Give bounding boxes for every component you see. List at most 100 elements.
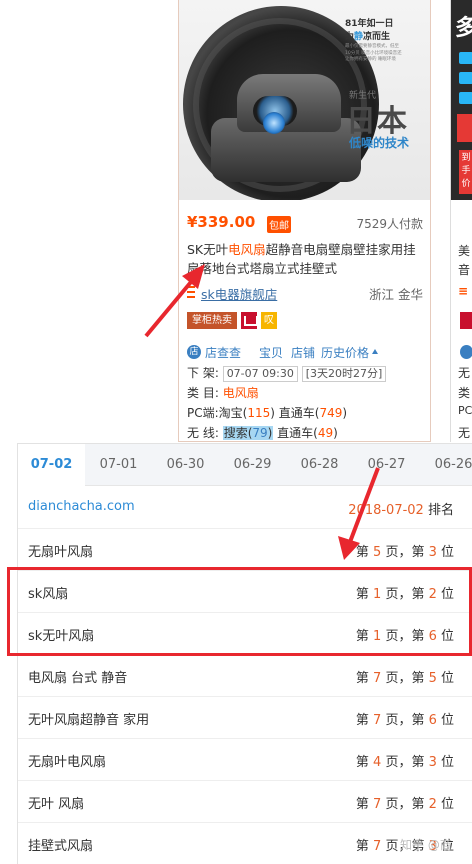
tab-06-29[interactable]: 06-29 (219, 444, 286, 486)
rank-position: 第 7 页，第 5 位 (356, 667, 454, 686)
store-icon: 店 (187, 345, 201, 359)
image-small-text: 最小仅需要静音模式，低至10分贝 噪音小比环境噪音还 让你拥有安静的 睡眠环境 (345, 44, 402, 62)
rank-position: 第 7 页，第 6 位 (356, 709, 454, 728)
wireless-direct-close: ) (333, 426, 338, 440)
ranking-row[interactable]: 无扇叶电风扇 第 4 页，第 3 位 (18, 739, 472, 781)
ranking-row[interactable]: 无扇叶风扇 第 5 页，第 3 位 (18, 529, 472, 571)
title-highlight: 电风扇 (228, 242, 266, 257)
adjacent-store-icon (460, 345, 472, 359)
adjacent-red-icon (457, 114, 472, 142)
product-image[interactable]: 81年如一日 为静凉而生 最小仅需要静音模式，低至10分贝 噪音小比环境噪音还 … (179, 0, 430, 200)
adjacent-title-2: 音 (458, 263, 471, 277)
tab-06-26[interactable]: 06-26 (420, 444, 472, 486)
wireless-row: 无 线: 搜索(79) 直通车(49) (187, 424, 427, 442)
product-title[interactable]: SK无叶电风扇超静音电扇壁扇壁挂家用挂扇落地台式塔扇立式挂壁式 (187, 240, 423, 278)
adjacent-image-text: 多 (455, 10, 472, 42)
tab-06-28[interactable]: 06-28 (286, 444, 353, 486)
watermark: 知乎 @商 (400, 838, 452, 852)
wireless-direct: 直通车( (277, 426, 318, 440)
rank-mid: 页，第 (381, 713, 429, 728)
offshelf-label: 下 架: (187, 366, 219, 380)
rank-prefix: 第 (355, 671, 374, 686)
adjacent-price-tag: 到 手 价 (459, 150, 472, 194)
store-check-link[interactable]: 店查查 (205, 344, 241, 361)
site-link[interactable]: dianchacha.com (28, 499, 135, 514)
pc-taobao: 淘宝( (218, 406, 248, 420)
rank-pos: 5 (428, 671, 437, 686)
rank-suffix: 位 (436, 713, 454, 728)
ranking-header-row: dianchacha.com 2018-07-02 排名 (18, 487, 472, 529)
tab-07-02[interactable]: 07-02 (18, 444, 85, 487)
rank-position: 第 7 页，第 2 位 (356, 793, 454, 812)
tab-07-01[interactable]: 07-01 (85, 444, 152, 486)
keyword: 无扇叶风扇 (28, 545, 94, 560)
tab-06-27[interactable]: 06-27 (353, 444, 420, 486)
shop-link[interactable]: 店铺 (291, 344, 315, 361)
adjacent-tag-icon (459, 92, 472, 104)
adjacent-row-2: 类 (458, 386, 471, 400)
keyword: 无叶 风扇 (28, 797, 85, 812)
rank-prefix: 第 (355, 797, 374, 812)
tab-06-30[interactable]: 06-30 (152, 444, 219, 486)
rank-pos: 2 (428, 797, 437, 812)
adjacent-product-card[interactable]: 多 到 手 价 美 音 ≡ 无 类 PC 无 (450, 0, 472, 442)
adjacent-shop-icon: ≡ (458, 284, 469, 298)
rank-mid: 页，第 (381, 671, 429, 686)
rank-suffix: 位 (436, 797, 454, 812)
rank-mid: 页，第 (381, 545, 429, 560)
pc-row: PC端:淘宝(115) 直通车(749) (187, 404, 427, 422)
adjacent-tag-1: 到 (461, 153, 471, 163)
rank-position: 第 4 页，第 3 位 (356, 751, 454, 770)
keyword: 挂壁式风扇 (28, 839, 94, 854)
slogan-suffix: 凉而生 (363, 32, 391, 42)
offshelf-remaining: [3天20时27分] (301, 366, 387, 382)
rank-mid: 页，第 (381, 755, 429, 770)
adjacent-tag-icon (459, 52, 472, 64)
keyword: 无扇叶电风扇 (28, 755, 107, 770)
rank-position: 第 5 页，第 3 位 (356, 541, 454, 560)
product-card[interactable]: 81年如一日 为静凉而生 最小仅需要静音模式，低至10分贝 噪音小比环境噪音还 … (178, 0, 431, 442)
wireless-label: 无 线: (187, 426, 219, 440)
category-label: 类 目: (187, 386, 219, 400)
shop-icon (187, 286, 195, 298)
ranking-row[interactable]: 无叶 风扇 第 7 页，第 2 位 (18, 781, 472, 823)
pc-direct: 直通车( (278, 406, 320, 420)
rank-prefix: 第 (355, 545, 374, 560)
adjacent-tag-3: 价 (461, 179, 471, 189)
rank-pos: 6 (428, 713, 437, 728)
offshelf-row: 下 架: 07-07 09:30 [3天20时27分] (187, 364, 427, 382)
wireless-search-num: 79 (252, 426, 268, 440)
price: ¥339.00 (187, 213, 256, 231)
adjacent-badge-icon (460, 312, 472, 329)
adjacent-tag-2: 手 (461, 166, 471, 176)
adjacent-tag-icon (459, 72, 472, 84)
adjacent-product-image[interactable]: 多 到 手 价 (451, 0, 472, 200)
price-row: ¥339.00 包邮 7529人付款 (187, 213, 423, 233)
category-row: 类 目: 电风扇 (187, 384, 427, 402)
pc-taobao-close: ) (270, 406, 275, 420)
adjacent-row-3: PC (458, 404, 472, 417)
shop-row: sk电器旗舰店 浙江 金华 (187, 284, 423, 302)
pc-direct-close: ) (342, 406, 348, 420)
pay-count: 7529人付款 (356, 217, 423, 231)
tool-links: 店 店查查 宝贝 店铺 历史价格 (187, 344, 427, 362)
hot-sale-badge: 掌柜热卖 (187, 312, 237, 329)
ranking-label: 排名 (427, 503, 454, 518)
free-shipping-badge: 包邮 (267, 216, 291, 233)
pc-label: PC端: (187, 406, 219, 420)
shop-name-link[interactable]: sk电器旗舰店 (201, 284, 277, 303)
image-slogan-2: 为静凉而生 (345, 29, 390, 42)
rank-pos: 3 (428, 755, 437, 770)
ranking-row[interactable]: 无叶风扇超静音 家用 第 7 页，第 6 位 (18, 697, 472, 739)
tmall-icon (241, 312, 258, 329)
category-value[interactable]: 电风扇 (223, 386, 259, 400)
adjacent-row-1: 无 (458, 366, 471, 380)
ranking-row[interactable]: 电风扇 台式 静音 第 7 页，第 5 位 (18, 655, 472, 697)
highlight-box (7, 567, 472, 656)
title-prefix: SK无叶 (187, 242, 229, 257)
date-tabs: 07-02 07-01 06-30 06-29 06-28 06-27 06-2… (18, 444, 472, 487)
caret-up-icon[interactable] (372, 349, 378, 354)
shop-location: 浙江 金华 (369, 287, 423, 302)
history-price-link[interactable]: 历史价格 (321, 344, 369, 361)
item-link[interactable]: 宝贝 (259, 344, 283, 361)
